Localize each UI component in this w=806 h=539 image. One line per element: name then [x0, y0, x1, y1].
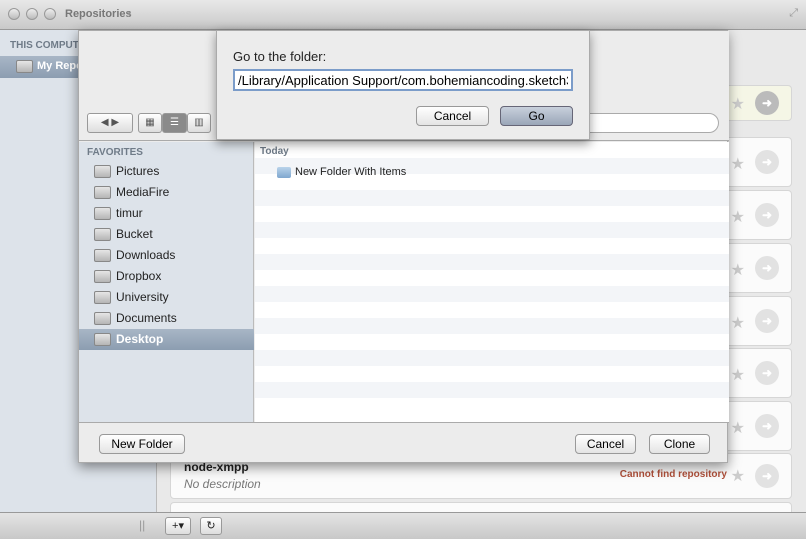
folder-icon — [94, 165, 111, 178]
list-row-stripe — [255, 142, 729, 158]
list-group-header: Today — [260, 146, 289, 157]
cancel-button[interactable]: Cancel — [575, 434, 636, 454]
favorite-item[interactable]: University — [79, 287, 254, 308]
star-icon[interactable]: ★ — [731, 418, 745, 438]
folder-icon — [94, 249, 111, 262]
folder-icon — [94, 312, 111, 325]
star-icon[interactable]: ★ — [731, 466, 745, 486]
favorite-item[interactable]: Downloads — [79, 245, 254, 266]
favorite-item[interactable]: Dropbox — [79, 266, 254, 287]
favorite-label: Dropbox — [116, 269, 162, 283]
folder-icon — [277, 167, 291, 178]
favorite-label: University — [116, 290, 169, 304]
favorite-label: Desktop — [116, 332, 164, 346]
back-button[interactable]: ◀ — [101, 117, 109, 128]
chevron-right-icon: › — [127, 5, 132, 21]
go-button[interactable]: Go — [500, 106, 573, 126]
bottom-bar: || +▾ ↻ — [0, 512, 806, 539]
close-window-button[interactable] — [8, 8, 20, 20]
favorite-label: MediaFire — [116, 185, 170, 199]
list-item[interactable]: New Folder With Items — [295, 166, 406, 178]
favorite-label: Bucket — [116, 227, 153, 241]
back-forward-control[interactable]: ◀ ▶ — [87, 113, 133, 133]
star-icon[interactable]: ★ — [731, 313, 745, 333]
list-row-stripe — [255, 382, 729, 398]
list-row-stripe — [255, 270, 729, 286]
go-to-folder-dialog: Go to the folder: Cancel Go — [216, 30, 590, 140]
breadcrumb[interactable]: Repositories — [65, 8, 132, 20]
star-icon[interactable]: ★ — [731, 365, 745, 385]
star-icon[interactable]: ★ — [731, 154, 745, 174]
arrow-right-icon[interactable]: ➜ — [755, 464, 779, 488]
star-icon[interactable]: ★ — [731, 94, 745, 114]
favorite-item[interactable]: Pictures — [79, 161, 254, 182]
minimize-window-button[interactable] — [26, 8, 38, 20]
list-row-stripe — [255, 398, 729, 414]
go-to-folder-label: Go to the folder: — [233, 49, 327, 64]
list-row-stripe — [255, 254, 729, 270]
list-row-stripe — [255, 302, 729, 318]
favorite-item[interactable]: Bucket — [79, 224, 254, 245]
favorites-header: FAVORITES — [87, 147, 143, 158]
desktop-icon — [94, 333, 111, 346]
add-button[interactable]: +▾ — [165, 517, 191, 535]
arrow-right-icon[interactable]: ➜ — [755, 203, 779, 227]
clone-button[interactable]: Clone — [649, 434, 710, 454]
favorite-label: Downloads — [116, 248, 176, 262]
fullscreen-icon[interactable]: ⤢ — [789, 7, 798, 20]
list-view-button[interactable]: ☰ — [162, 113, 187, 133]
list-row-stripe — [255, 238, 729, 254]
favorite-item[interactable]: Documents — [79, 308, 254, 329]
favorite-item[interactable]: Desktop — [79, 329, 254, 350]
folder-icon — [94, 186, 111, 199]
favorites-sidebar: FAVORITES Pictures MediaFire timur Bucket Do… — [79, 142, 254, 422]
folder-icon — [94, 270, 111, 283]
folder-path-input[interactable] — [233, 69, 573, 91]
folder-icon — [94, 291, 111, 304]
star-icon[interactable]: ★ — [731, 260, 745, 280]
zoom-window-button[interactable] — [44, 8, 56, 20]
favorite-label: timur — [116, 206, 143, 220]
folder-icon — [16, 60, 33, 73]
drive-icon — [94, 228, 111, 241]
favorite-label: Pictures — [116, 164, 160, 178]
list-row-stripe — [255, 366, 729, 382]
title-bar: Repositories › ⤢ — [0, 0, 806, 30]
list-row-stripe — [255, 334, 729, 350]
repo-description: No description — [184, 477, 261, 491]
column-view-button[interactable]: ▥ — [187, 113, 211, 133]
arrow-right-icon[interactable]: ➜ — [755, 361, 779, 385]
list-row-stripe — [255, 350, 729, 366]
file-list: Today New Folder With Items — [255, 142, 729, 422]
icon-view-button[interactable]: ▦ — [138, 113, 162, 133]
list-row-stripe — [255, 190, 729, 206]
arrow-right-icon[interactable]: ➜ — [755, 256, 779, 280]
list-row-stripe — [255, 318, 729, 334]
arrow-right-icon[interactable]: ➜ — [755, 414, 779, 438]
favorite-item[interactable]: MediaFire — [79, 182, 254, 203]
arrow-right-icon[interactable]: ➜ — [755, 150, 779, 174]
refresh-button[interactable]: ↻ — [200, 517, 222, 535]
list-row-stripe — [255, 206, 729, 222]
list-row-stripe — [255, 286, 729, 302]
favorite-item[interactable]: timur — [79, 203, 254, 224]
favorite-label: Documents — [116, 311, 177, 325]
cancel-button[interactable]: Cancel — [416, 106, 489, 126]
resize-handle[interactable]: || — [139, 518, 145, 532]
sheet-footer: New Folder Cancel Clone — [79, 422, 729, 464]
star-icon[interactable]: ★ — [731, 207, 745, 227]
arrow-right-icon[interactable]: ➜ — [755, 91, 779, 115]
list-row-stripe — [255, 222, 729, 238]
repo-status: Cannot find repository — [619, 469, 727, 480]
arrow-right-icon[interactable]: ➜ — [755, 309, 779, 333]
forward-button[interactable]: ▶ — [111, 117, 119, 128]
new-folder-button[interactable]: New Folder — [99, 434, 185, 454]
home-icon — [94, 207, 111, 220]
